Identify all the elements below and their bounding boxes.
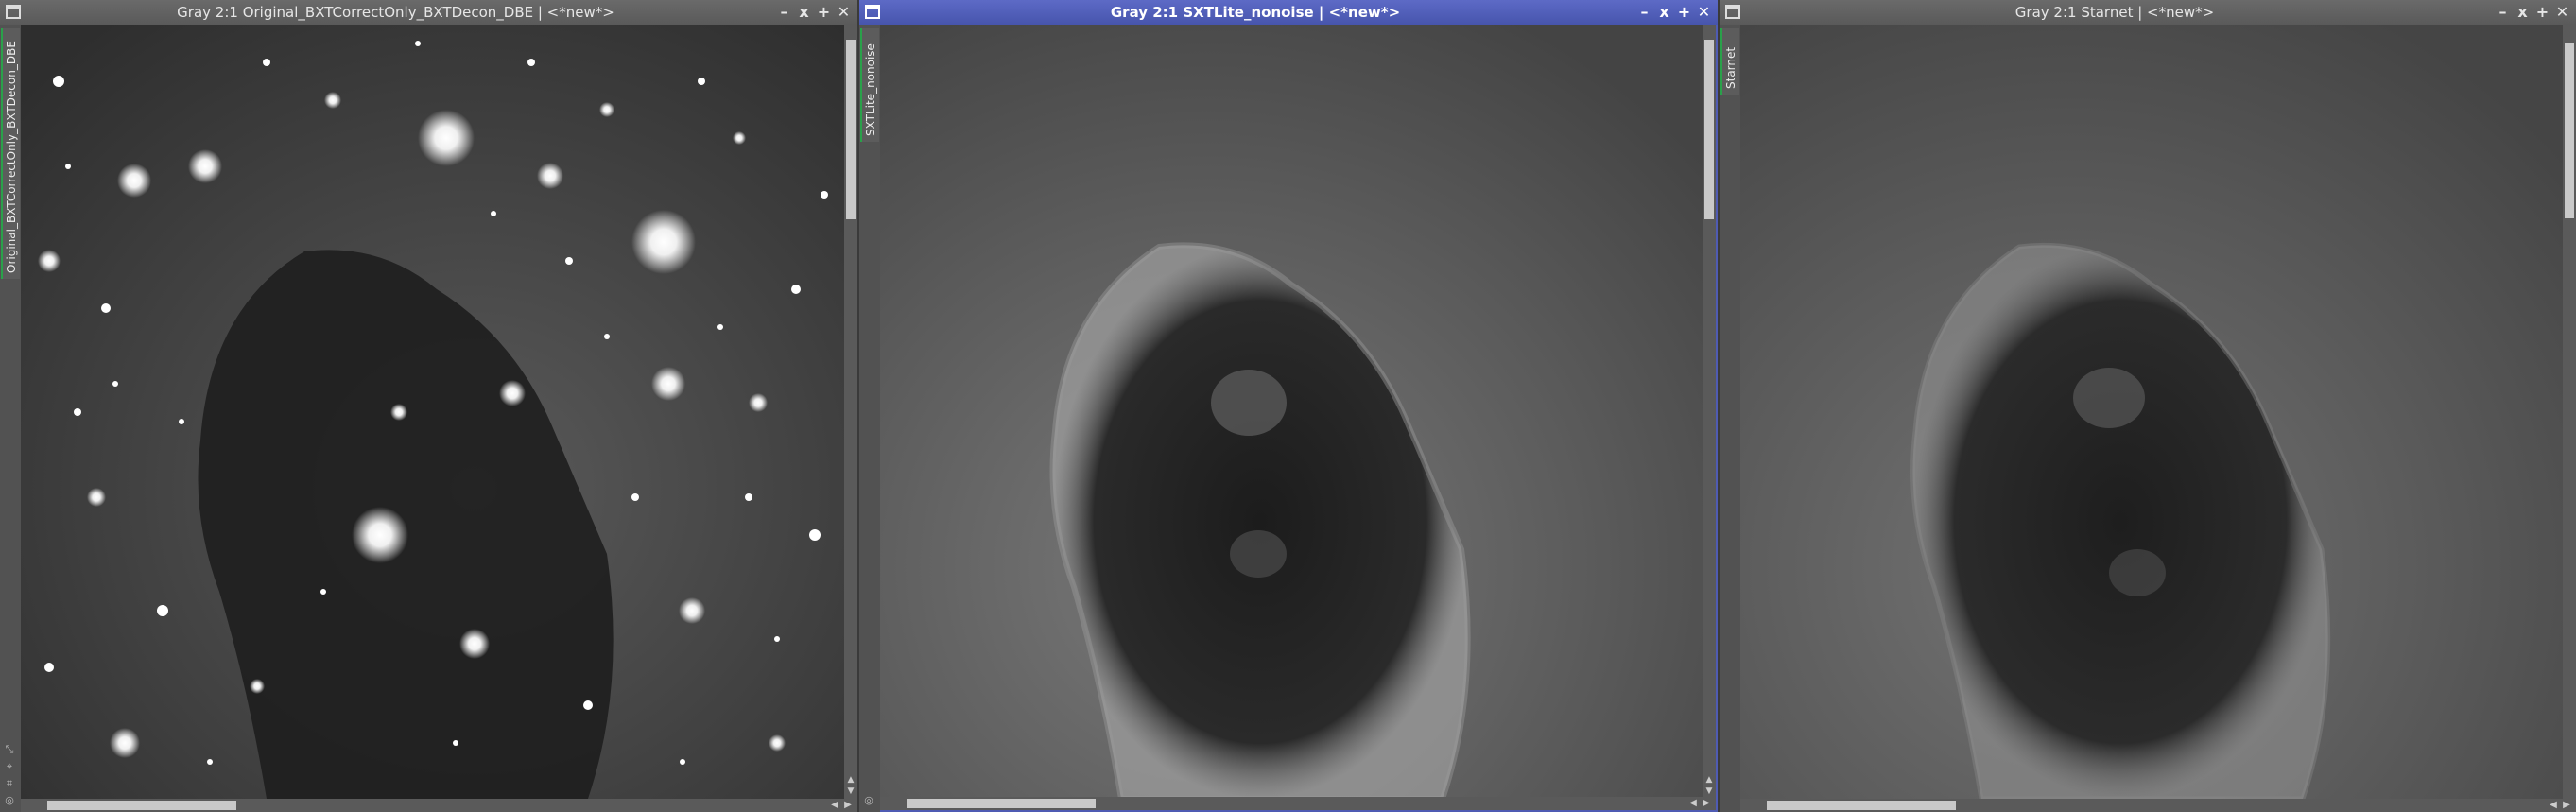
window-title: Gray 2:1 SXTLite_nonoise | <*new*> — [1110, 4, 1401, 21]
view-identifier-tab[interactable]: Starnet — [1720, 28, 1739, 95]
view-sidebar: Starnet — [1720, 25, 1740, 812]
view-sidebar: SXTLite_nonoise ◎ — [859, 25, 880, 812]
close-icon[interactable]: ✕ — [1694, 2, 1714, 22]
window-titlebar[interactable]: Gray 2:1 Original_BXTCorrectOnly_BXTDeco… — [0, 0, 857, 25]
window-title: Gray 2:1 Original_BXTCorrectOnly_BXTDeco… — [177, 4, 614, 21]
scroll-right-icon[interactable]: ▶ — [1701, 798, 1712, 809]
window-icon[interactable] — [865, 5, 880, 19]
view-identifier-label: Original_BXTCorrectOnly_BXTDecon_DBE — [5, 41, 18, 273]
window-title: Gray 2:1 Starnet | <*new*> — [2014, 4, 2215, 21]
image-window-sxtlite[interactable]: Gray 2:1 SXTLite_nonoise | <*new*> – ⅹ +… — [859, 0, 1718, 812]
view-identifier-label: Starnet — [1724, 46, 1738, 89]
minimize-icon[interactable]: – — [2493, 2, 2513, 22]
horizontal-scroll-thumb[interactable] — [1767, 801, 1956, 810]
vertical-scroll-thumb[interactable] — [2565, 43, 2574, 218]
preview-icon[interactable]: ◎ — [3, 794, 16, 807]
scroll-right-icon[interactable]: ▶ — [842, 800, 854, 811]
vertical-scroll-thumb[interactable] — [1704, 40, 1714, 219]
window-titlebar[interactable]: Gray 2:1 SXTLite_nonoise | <*new*> – ⅹ +… — [859, 0, 1718, 25]
horizontal-scrollbar[interactable]: ◀ ▶ — [21, 799, 857, 812]
image-canvas[interactable] — [1740, 25, 2563, 799]
scroll-right-icon[interactable]: ▶ — [2561, 800, 2572, 811]
scroll-left-icon[interactable]: ◀ — [829, 800, 840, 811]
scroll-left-icon[interactable]: ◀ — [2548, 800, 2559, 811]
view-identifier-label: SXTLite_nonoise — [864, 43, 877, 136]
image-canvas[interactable] — [21, 25, 844, 799]
window-icon[interactable] — [1725, 5, 1740, 19]
scroll-down-icon[interactable]: ▼ — [1704, 786, 1714, 797]
vertical-scroll-thumb[interactable] — [846, 40, 856, 219]
preview-icon[interactable]: ◎ — [862, 794, 875, 807]
scroll-up-icon[interactable]: ▲ — [846, 774, 856, 786]
shade-icon[interactable]: ⅹ — [2513, 2, 2533, 22]
horizontal-scroll-thumb[interactable] — [47, 801, 236, 810]
minimize-icon[interactable]: – — [1634, 2, 1654, 22]
vertical-scrollbar[interactable]: ▲ ▼ — [1703, 25, 1716, 799]
image-window-starnet[interactable]: Gray 2:1 Starnet | <*new*> – ⅹ + ✕ Starn… — [1720, 0, 2576, 812]
maximize-icon[interactable]: + — [814, 2, 834, 22]
horizontal-scroll-thumb[interactable] — [907, 799, 1096, 808]
close-icon[interactable]: ✕ — [834, 2, 854, 22]
zoom-icon[interactable]: ⤡ — [3, 743, 16, 756]
maximize-icon[interactable]: + — [2533, 2, 2552, 22]
window-icon[interactable] — [6, 5, 21, 19]
nebula-image-starnet — [1740, 25, 2563, 799]
scroll-down-icon[interactable]: ▼ — [846, 786, 856, 797]
shade-icon[interactable]: ⅹ — [794, 2, 814, 22]
scroll-left-icon[interactable]: ◀ — [1687, 798, 1699, 809]
window-titlebar[interactable]: Gray 2:1 Starnet | <*new*> – ⅹ + ✕ — [1720, 0, 2576, 25]
vertical-scrollbar[interactable] — [2563, 25, 2576, 799]
fit-icon[interactable]: ⌖ — [3, 760, 16, 773]
view-identifier-tab[interactable]: SXTLite_nonoise — [860, 28, 879, 142]
vertical-scrollbar[interactable]: ▲ ▼ — [844, 25, 857, 799]
maximize-icon[interactable]: + — [1674, 2, 1694, 22]
close-icon[interactable]: ✕ — [2552, 2, 2572, 22]
view-identifier-tab[interactable]: Original_BXTCorrectOnly_BXTDecon_DBE — [1, 28, 20, 279]
shade-icon[interactable]: ⅹ — [1654, 2, 1674, 22]
nebula-image-sxtlite — [880, 25, 1703, 799]
nebula-image-original — [21, 25, 844, 799]
image-window-original[interactable]: Gray 2:1 Original_BXTCorrectOnly_BXTDeco… — [0, 0, 857, 812]
minimize-icon[interactable]: – — [774, 2, 794, 22]
scroll-up-icon[interactable]: ▲ — [1704, 774, 1714, 786]
horizontal-scrollbar[interactable]: ◀ ▶ — [1740, 799, 2576, 812]
image-canvas[interactable] — [880, 25, 1703, 799]
mask-icon[interactable]: ⌗ — [3, 777, 16, 790]
view-sidebar: Original_BXTCorrectOnly_BXTDecon_DBE ⤡ ⌖… — [0, 25, 21, 812]
horizontal-scrollbar[interactable]: ◀ ▶ — [880, 797, 1716, 810]
